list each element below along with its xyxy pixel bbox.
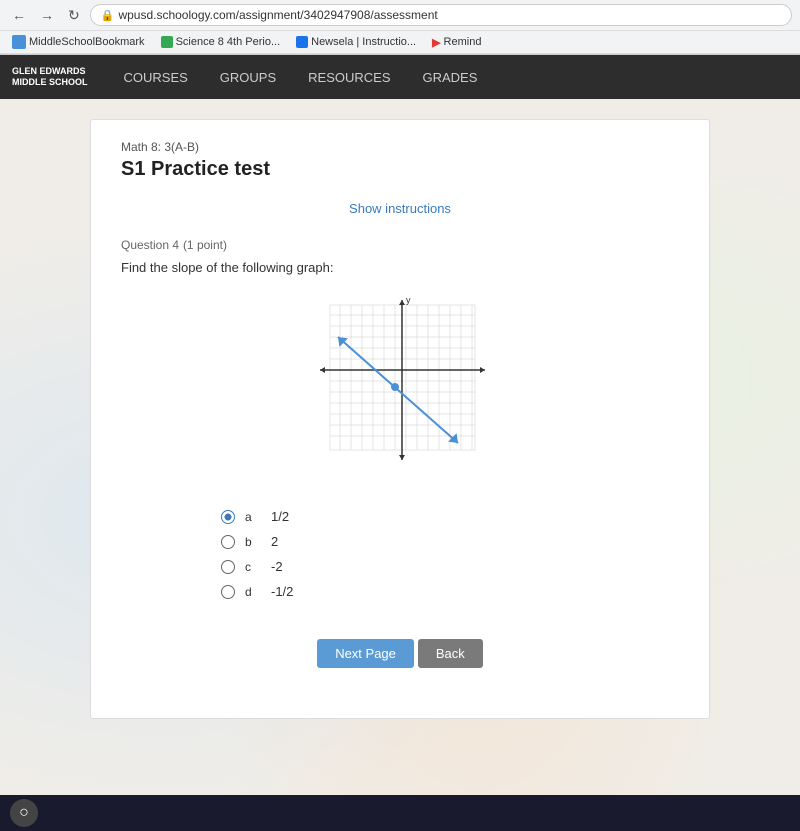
choice-value-b: 2	[271, 534, 278, 549]
choice-value-c: -2	[271, 559, 283, 574]
nav-grades[interactable]: GRADES	[407, 55, 494, 99]
forward-button[interactable]: →	[36, 5, 58, 25]
bookmark-label-4: Remind	[444, 36, 482, 48]
bookmark-label-1: MiddleSchoolBookmark	[29, 36, 145, 48]
url-text: wpusd.schoology.com/assignment/340294790…	[118, 8, 437, 22]
taskbar-icon[interactable]: ○	[10, 799, 38, 827]
bookmark-remind[interactable]: ▶ Remind	[428, 35, 485, 50]
nav-groups[interactable]: GROUPS	[204, 55, 292, 99]
bottom-nav: Next Page Back	[121, 629, 679, 688]
answer-choice-b[interactable]: b 2	[221, 534, 679, 549]
answer-choice-a[interactable]: a 1/2	[221, 509, 679, 524]
school-name-line2: MIDDLE SCHOOL	[12, 77, 88, 88]
bookmark-newsela[interactable]: Newsela | Instructio...	[292, 35, 420, 49]
choice-label-d: d	[245, 585, 261, 599]
choice-label-a: a	[245, 510, 261, 524]
school-logo: GLEN EDWARDS MIDDLE SCHOOL	[12, 66, 88, 88]
content-inner: Math 8: 3(A-B) S1 Practice test Show ins…	[90, 119, 710, 719]
page-title: S1 Practice test	[121, 158, 679, 181]
nav-courses[interactable]: COURSES	[108, 55, 204, 99]
back-button-nav[interactable]: Back	[418, 639, 483, 668]
answer-choices: a 1/2 b 2 c -2 d -1/2	[121, 509, 679, 599]
bookmarks-bar: MiddleSchoolBookmark Science 8 4th Perio…	[0, 31, 800, 54]
radio-d[interactable]	[221, 585, 235, 599]
remind-icon: ▶	[432, 36, 440, 49]
content-area: Math 8: 3(A-B) S1 Practice test Show ins…	[0, 99, 800, 795]
bookmark-middleschool[interactable]: MiddleSchoolBookmark	[8, 34, 149, 50]
schoology-nav: GLEN EDWARDS MIDDLE SCHOOL COURSES GROUP…	[0, 55, 800, 99]
radio-c[interactable]	[221, 560, 235, 574]
graph-container: y	[121, 295, 679, 485]
school-name-line1: GLEN EDWARDS	[12, 66, 88, 77]
choice-value-d: -1/2	[271, 584, 293, 599]
refresh-button[interactable]: ↻	[64, 5, 84, 26]
next-page-button[interactable]: Next Page	[317, 639, 414, 668]
question-header: Question 4 (1 point)	[121, 236, 679, 252]
bookmark-label-2: Science 8 4th Perio...	[176, 36, 281, 48]
nav-resources[interactable]: RESOURCES	[292, 55, 406, 99]
answer-choice-c[interactable]: c -2	[221, 559, 679, 574]
show-instructions-link[interactable]: Show instructions	[121, 201, 679, 216]
radio-b[interactable]	[221, 535, 235, 549]
radio-a[interactable]	[221, 510, 235, 524]
bookmark-icon-1	[12, 35, 26, 49]
question-points: (1 point)	[183, 238, 227, 252]
browser-chrome: ← → ↻ 🔒 wpusd.schoology.com/assignment/3…	[0, 0, 800, 55]
lock-icon: 🔒	[101, 9, 115, 22]
bookmark-icon-2	[161, 36, 173, 48]
svg-text:y: y	[406, 295, 411, 305]
answer-choice-d[interactable]: d -1/2	[221, 584, 679, 599]
choice-label-b: b	[245, 535, 261, 549]
question-text: Find the slope of the following graph:	[121, 260, 679, 275]
address-bar: ← → ↻ 🔒 wpusd.schoology.com/assignment/3…	[0, 0, 800, 31]
choice-value-a: 1/2	[271, 509, 289, 524]
question-number: Question 4	[121, 238, 179, 252]
back-button[interactable]: ←	[8, 5, 30, 25]
bookmark-label-3: Newsela | Instructio...	[311, 36, 416, 48]
bookmark-icon-3	[296, 36, 308, 48]
taskbar: ○	[0, 795, 800, 831]
choice-label-c: c	[245, 560, 261, 574]
course-title: Math 8: 3(A-B)	[121, 140, 679, 154]
bookmark-science[interactable]: Science 8 4th Perio...	[157, 35, 285, 49]
url-bar[interactable]: 🔒 wpusd.schoology.com/assignment/3402947…	[90, 4, 792, 26]
graph-svg: y	[310, 295, 490, 485]
